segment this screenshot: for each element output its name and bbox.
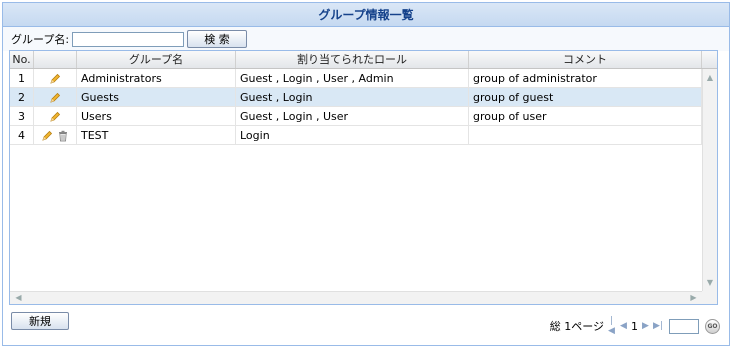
table-header: No. グループ名 割り当てられたロール コメント	[10, 51, 717, 69]
row-number: 1	[10, 69, 34, 87]
search-label: グループ名:	[11, 33, 70, 46]
panel-title: グループ情報一覧	[3, 3, 729, 27]
group-name-cell: TEST	[77, 126, 236, 144]
column-header-actions	[34, 51, 77, 68]
row-actions	[34, 69, 77, 87]
scroll-down-arrow-icon[interactable]: ▼	[703, 276, 717, 290]
pager: 総 1ページ |◀ ◀ 1 ▶ ▶| GO	[550, 316, 720, 336]
scroll-up-arrow-icon[interactable]: ▲	[703, 71, 717, 85]
scrollbar-corner	[702, 291, 717, 304]
scroll-left-arrow-icon[interactable]: ◀	[12, 292, 25, 304]
group-name-cell: Administrators	[77, 69, 236, 87]
group-name-cell: Users	[77, 107, 236, 125]
scroll-right-arrow-icon[interactable]: ▶	[687, 292, 700, 304]
row-number: 4	[10, 126, 34, 144]
column-header-no[interactable]: No.	[10, 51, 34, 68]
search-bar: グループ名: 検 索	[3, 27, 729, 51]
group-name-search-input[interactable]	[72, 31, 185, 47]
pencil-icon[interactable]	[41, 129, 53, 141]
prev-page-icon[interactable]: ◀	[619, 321, 628, 331]
row-actions	[34, 126, 77, 144]
roles-cell: Guest , Login	[236, 88, 469, 106]
roles-cell: Guest , Login , User , Admin	[236, 69, 469, 87]
pencil-icon[interactable]	[49, 72, 61, 84]
pencil-icon[interactable]	[49, 91, 61, 103]
next-page-icon[interactable]: ▶	[641, 321, 650, 331]
go-button[interactable]: GO	[705, 318, 720, 334]
total-pages-label: 総 1ページ	[549, 320, 604, 333]
search-button[interactable]: 検 索	[187, 30, 248, 48]
row-number: 2	[10, 88, 34, 106]
group-name-cell: Guests	[77, 88, 236, 106]
column-header-comment[interactable]: コメント	[469, 51, 702, 68]
comment-cell: group of guest	[469, 88, 702, 106]
page-number-input[interactable]	[669, 318, 699, 334]
row-actions	[34, 107, 77, 125]
row-number: 3	[10, 107, 34, 125]
row-actions	[34, 88, 77, 106]
comment-cell: group of administrator	[469, 69, 702, 87]
column-header-roles[interactable]: 割り当てられたロール	[236, 51, 469, 68]
table-row[interactable]: 2 Guests Guest , Login group of guest	[10, 88, 702, 107]
new-group-button[interactable]: 新規	[11, 312, 69, 330]
comment-cell: group of user	[469, 107, 702, 125]
current-page-number: 1	[631, 319, 638, 333]
table-row[interactable]: 4 TEST Login	[10, 126, 702, 145]
table-row[interactable]: 1 Administrators Guest , Login , User , …	[10, 69, 702, 88]
table-body: 1 Administrators Guest , Login , User , …	[10, 69, 702, 145]
roles-cell: Guest , Login , User	[236, 107, 469, 125]
table-row[interactable]: 3 Users Guest , Login , User group of us…	[10, 107, 702, 126]
first-page-icon[interactable]: |◀	[607, 316, 616, 336]
horizontal-scrollbar[interactable]: ◀ ▶	[10, 291, 702, 304]
last-page-icon[interactable]: ▶|	[653, 321, 663, 331]
group-table: No. グループ名 割り当てられたロール コメント 1 Administrato…	[9, 50, 718, 305]
comment-cell	[469, 126, 702, 144]
vertical-scrollbar[interactable]: ▲ ▼	[702, 69, 717, 292]
column-header-group-name[interactable]: グループ名	[77, 51, 236, 68]
trash-icon[interactable]	[57, 129, 69, 142]
pencil-icon[interactable]	[49, 110, 61, 122]
roles-cell: Login	[236, 126, 469, 144]
